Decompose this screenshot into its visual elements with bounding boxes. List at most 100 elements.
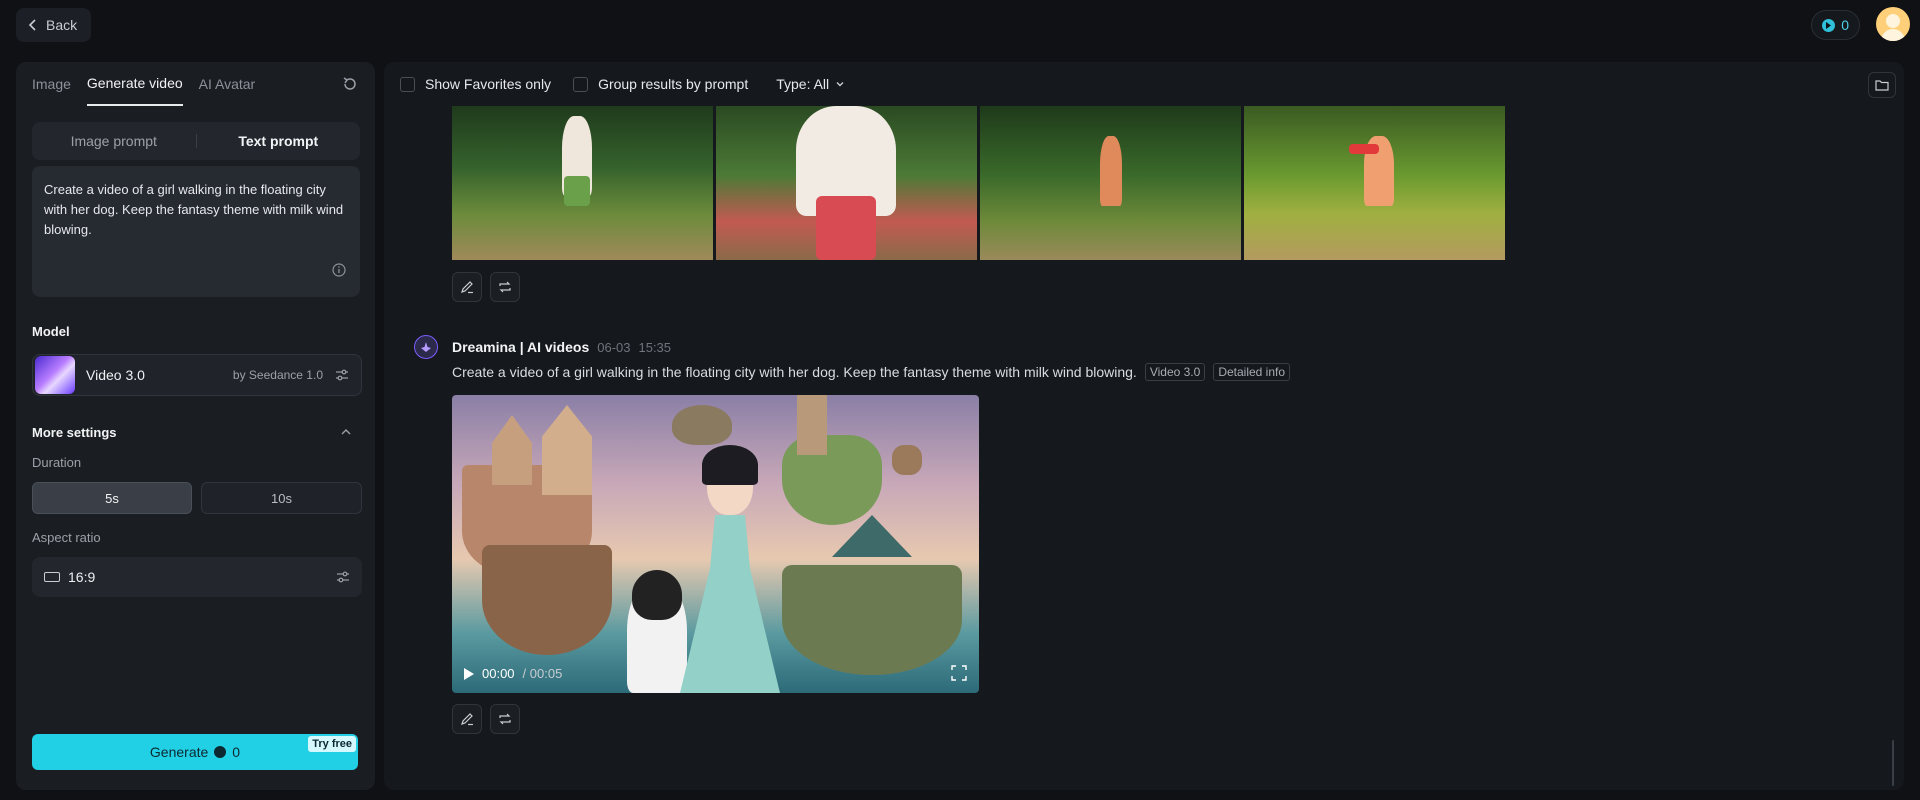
video-current-time: 00:00	[482, 666, 515, 681]
result-actions	[452, 272, 520, 302]
girl-figure	[1100, 136, 1122, 206]
credits-count: 0	[1841, 17, 1849, 33]
tab-ai-avatar[interactable]: AI Avatar	[199, 62, 256, 106]
detailed-info-link[interactable]: Detailed info	[1213, 363, 1291, 381]
favorites-label: Show Favorites only	[425, 76, 552, 92]
regenerate-icon	[499, 713, 511, 725]
text-prompt-option[interactable]: Text prompt	[197, 133, 361, 149]
message-time: 15:35	[638, 339, 672, 355]
folder-icon	[1875, 80, 1889, 91]
regenerate-icon	[499, 281, 511, 293]
scrollbar-thumb[interactable]	[1892, 740, 1894, 786]
aspect-ratio-icon	[44, 572, 60, 582]
aspect-ratio-label: Aspect ratio	[32, 530, 101, 545]
refresh-icon[interactable]	[341, 75, 359, 93]
group-checkbox[interactable]	[573, 76, 589, 92]
left-panel: Image Generate video AI Avatar Image pro…	[16, 62, 375, 790]
message-prompt: Create a video of a girl walking in the …	[452, 364, 1137, 380]
more-settings-toggle[interactable]: More settings	[32, 422, 362, 442]
previous-result-frames	[452, 106, 1505, 260]
edit-button[interactable]	[452, 272, 482, 302]
message-author: Dreamina | AI videos	[452, 339, 590, 355]
chevron-up-icon	[341, 429, 351, 435]
tab-image[interactable]: Image	[32, 62, 71, 106]
skirt-shape	[816, 196, 876, 260]
edit-icon	[461, 713, 473, 726]
prompt-text: Create a video of a girl walking in the …	[44, 182, 344, 237]
regenerate-button[interactable]	[490, 704, 520, 734]
result-frame[interactable]	[452, 106, 713, 260]
duration-label: Duration	[32, 455, 82, 470]
image-prompt-option[interactable]: Image prompt	[32, 133, 196, 149]
folder-button[interactable]	[1868, 72, 1896, 98]
video-player[interactable]: 00:00 / 00:05	[452, 395, 979, 693]
duration-10s-button[interactable]: 10s	[201, 482, 362, 514]
settings-sliders-icon	[336, 369, 348, 381]
group-filter[interactable]: Group results by prompt	[573, 76, 748, 92]
favorites-filter[interactable]: Show Favorites only	[400, 76, 551, 92]
floating-rock	[892, 445, 922, 475]
model-provider: by Seedance 1.0	[232, 368, 323, 382]
mode-tabs: Image Generate video AI Avatar	[32, 62, 359, 106]
castle-tower	[797, 395, 827, 455]
result-frame[interactable]	[980, 106, 1241, 260]
model-selector[interactable]: Video 3.0 by Seedance 1.0	[32, 354, 362, 396]
model-thumbnail	[35, 356, 75, 394]
house-island	[782, 565, 962, 675]
edit-icon	[461, 281, 473, 294]
result-frame[interactable]	[1244, 106, 1505, 260]
girl-dress	[680, 515, 780, 693]
aspect-ratio-value: 16:9	[68, 569, 96, 585]
edit-button[interactable]	[452, 704, 482, 734]
back-label: Back	[46, 17, 78, 33]
model-name: Video 3.0	[86, 367, 145, 383]
settings-sliders-icon	[337, 571, 349, 583]
prompt-textarea[interactable]: Create a video of a girl walking in the …	[32, 166, 360, 297]
dog-head	[632, 570, 682, 620]
generate-label: Generate	[149, 744, 209, 760]
back-button[interactable]: Back	[16, 8, 92, 42]
girl-hair	[702, 445, 758, 485]
more-settings-label: More settings	[32, 424, 117, 440]
video-actions	[452, 704, 520, 734]
regenerate-button[interactable]	[490, 272, 520, 302]
house-island	[482, 545, 612, 655]
filter-bar: Show Favorites only Group results by pro…	[400, 62, 845, 106]
aspect-ratio-selector[interactable]: 16:9	[32, 557, 362, 597]
result-frame[interactable]	[716, 106, 977, 260]
fullscreen-icon[interactable]	[951, 665, 967, 681]
try-free-badge: Try free	[308, 736, 356, 752]
info-icon[interactable]	[332, 263, 346, 277]
scarf-shape	[1349, 144, 1379, 154]
chevron-left-icon	[28, 19, 36, 31]
dreamina-logo-icon	[421, 342, 431, 352]
credits-pill[interactable]: 0	[1811, 10, 1860, 40]
credit-icon	[1822, 18, 1836, 32]
user-avatar[interactable]	[1876, 7, 1910, 41]
model-tag: Video 3.0	[1144, 363, 1206, 381]
message-prompt-row: Create a video of a girl walking in the …	[452, 363, 1291, 381]
model-section-label: Model	[32, 324, 70, 339]
bot-avatar	[414, 335, 438, 359]
skirt-shape	[564, 176, 590, 206]
castle-tower	[492, 415, 532, 485]
type-label: Type: All	[776, 76, 830, 92]
duration-5s-button[interactable]: 5s	[32, 482, 192, 514]
play-icon[interactable]	[464, 667, 474, 680]
video-duration: / 00:05	[522, 666, 563, 681]
message-header: Dreamina | AI videos 06-03 15:35	[414, 335, 671, 359]
generate-button[interactable]: Generate 0 Try free	[32, 734, 358, 770]
video-controls: 00:00 / 00:05	[464, 666, 562, 681]
chevron-down-icon	[836, 82, 844, 87]
prompt-mode-switch: Image prompt Text prompt	[32, 122, 360, 160]
castle-tower	[542, 405, 592, 495]
generate-cost: 0	[232, 744, 241, 760]
credit-icon	[214, 746, 227, 758]
type-dropdown[interactable]: Type: All	[776, 76, 845, 92]
results-panel: Show Favorites only Group results by pro…	[384, 62, 1904, 790]
message-date: 06-03	[597, 339, 631, 355]
floating-rock	[672, 405, 732, 445]
favorites-checkbox[interactable]	[400, 76, 415, 92]
tab-generate-video[interactable]: Generate video	[86, 62, 183, 106]
group-label: Group results by prompt	[598, 76, 749, 92]
